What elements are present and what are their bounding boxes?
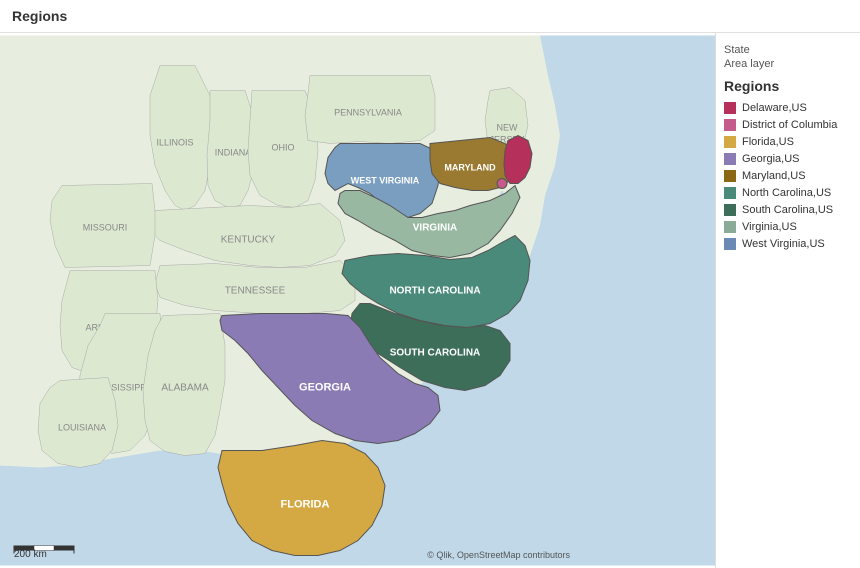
- svg-text:FLORIDA: FLORIDA: [281, 499, 330, 511]
- legend-item: District of Columbia: [724, 119, 852, 131]
- legend-item-label: North Carolina,US: [742, 187, 831, 199]
- legend-item-label: West Virginia,US: [742, 238, 825, 250]
- legend-items: Delaware,US District of Columbia Florida,U…: [724, 102, 852, 250]
- svg-text:PENNSYLVANIA: PENNSYLVANIA: [334, 108, 402, 118]
- svg-text:ILLINOIS: ILLINOIS: [156, 138, 193, 148]
- legend-swatch: [724, 221, 736, 233]
- legend-item: Maryland,US: [724, 170, 852, 182]
- map-svg: ILLINOIS INDIANA OHIO PENNSYLVANIA NEW J…: [0, 33, 715, 568]
- svg-text:VIRGINIA: VIRGINIA: [413, 223, 457, 234]
- legend-item-label: South Carolina,US: [742, 204, 833, 216]
- legend-item: Florida,US: [724, 136, 852, 148]
- legend-title: Regions: [724, 78, 852, 94]
- svg-text:NEW: NEW: [497, 123, 519, 133]
- legend-swatch: [724, 102, 736, 114]
- svg-text:TENNESSEE: TENNESSEE: [225, 286, 286, 297]
- svg-text:SOUTH CAROLINA: SOUTH CAROLINA: [390, 348, 481, 359]
- page-title: Regions: [0, 0, 860, 33]
- legend-item-label: Georgia,US: [742, 153, 799, 165]
- svg-text:MARYLAND: MARYLAND: [444, 163, 496, 173]
- legend-swatch: [724, 119, 736, 131]
- legend-item: Virginia,US: [724, 221, 852, 233]
- svg-text:LOUISIANA: LOUISIANA: [58, 423, 106, 433]
- svg-text:INDIANA: INDIANA: [215, 148, 252, 158]
- svg-text:ALABAMA: ALABAMA: [161, 383, 209, 394]
- legend-item-label: Virginia,US: [742, 221, 797, 233]
- svg-text:WEST VIRGINIA: WEST VIRGINIA: [351, 176, 420, 186]
- svg-text:GEORGIA: GEORGIA: [299, 382, 351, 394]
- legend-item: Georgia,US: [724, 153, 852, 165]
- map-container[interactable]: ILLINOIS INDIANA OHIO PENNSYLVANIA NEW J…: [0, 33, 715, 568]
- svg-text:NORTH CAROLINA: NORTH CAROLINA: [389, 286, 480, 297]
- scale-label: 200 km: [14, 549, 47, 560]
- main-area: ILLINOIS INDIANA OHIO PENNSYLVANIA NEW J…: [0, 33, 860, 568]
- legend-swatch: [724, 204, 736, 216]
- legend-swatch: [724, 153, 736, 165]
- legend-swatch: [724, 238, 736, 250]
- legend-item: West Virginia,US: [724, 238, 852, 250]
- legend-item-label: Delaware,US: [742, 102, 807, 114]
- legend-item: North Carolina,US: [724, 187, 852, 199]
- svg-text:KENTUCKY: KENTUCKY: [221, 235, 276, 246]
- svg-text:OHIO: OHIO: [271, 143, 294, 153]
- legend-item-label: District of Columbia: [742, 119, 837, 131]
- map-attribution: © Qlik, OpenStreetMap contributors: [427, 550, 570, 560]
- legend-item: South Carolina,US: [724, 204, 852, 216]
- legend-item: Delaware,US: [724, 102, 852, 114]
- app-container: Regions ILLINOIS INDIANA: [0, 0, 860, 568]
- scale-bar: 200 km: [14, 547, 47, 560]
- svg-text:MISSOURI: MISSOURI: [83, 223, 128, 233]
- legend-item-label: Maryland,US: [742, 170, 806, 182]
- legend-swatch: [724, 136, 736, 148]
- legend-panel: State Area layer Regions Delaware,US Dist…: [715, 33, 860, 568]
- legend-swatch: [724, 170, 736, 182]
- legend-swatch: [724, 187, 736, 199]
- legend-layer-name: State Area layer: [724, 43, 852, 72]
- legend-item-label: Florida,US: [742, 136, 794, 148]
